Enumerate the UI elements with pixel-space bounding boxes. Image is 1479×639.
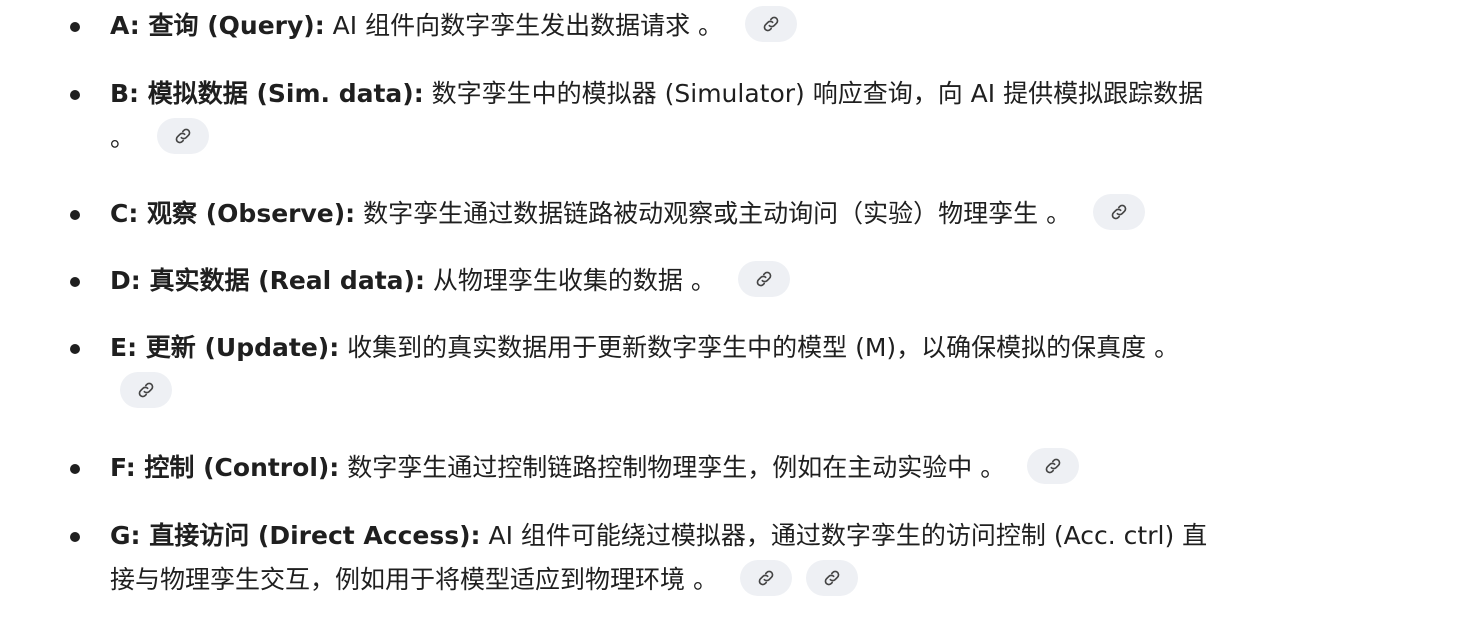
list-item: F: 控制 (Control): 数字孪生通过控制链路控制物理孪生，例如在主动实… (70, 446, 1410, 490)
list-item: B: 模拟数据 (Sim. data): 数字孪生中的模拟器 (Simulato… (70, 72, 1410, 160)
link-icon (758, 570, 774, 586)
item-text: 从物理孪生收集的数据 。 (424, 266, 716, 295)
list-item: A: 查询 (Query): AI 组件向数字孪生发出数据请求 。 (70, 4, 1410, 48)
list-item: C: 观察 (Observe): 数字孪生通过数据链路被动观察或主动询问（实验）… (70, 192, 1410, 236)
item-text: 数字孪生通过控制链路控制物理孪生，例如在主动实验中 。 (339, 453, 1006, 482)
item-heading: E: 更新 (Update): (110, 333, 340, 362)
source-link-button[interactable] (745, 6, 798, 42)
item-heading: G: 直接访问 (Direct Access): (110, 521, 481, 550)
bullet (70, 90, 80, 100)
link-icon (763, 16, 779, 32)
item-text: AI 组件可能绕过模拟器，通过数字孪生的访问控制 (Acc. ctrl) 直 (480, 521, 1208, 550)
link-icon (756, 271, 772, 287)
item-text: 数字孪生中的模拟器 (Simulator) 响应查询，向 AI 提供模拟跟踪数据 (423, 79, 1204, 108)
link-icon (1045, 458, 1061, 474)
bullet (70, 532, 80, 542)
item-heading: D: 真实数据 (Real data): (110, 266, 425, 295)
link-icon (1111, 204, 1127, 220)
bullet (70, 344, 80, 354)
source-link-button[interactable] (1027, 448, 1080, 484)
source-link-button[interactable] (157, 118, 210, 154)
list-item: D: 真实数据 (Real data): 从物理孪生收集的数据 。 (70, 259, 1410, 303)
item-heading: F: 控制 (Control): (110, 453, 340, 482)
link-icon (175, 128, 191, 144)
link-icon (824, 570, 840, 586)
bullet (70, 210, 80, 220)
item-heading: C: 观察 (Observe): (110, 199, 356, 228)
item-heading: A: 查询 (Query): (110, 11, 325, 40)
source-link-button[interactable] (120, 372, 172, 408)
list-item: E: 更新 (Update): 收集到的真实数据用于更新数字孪生中的模型 (M)… (70, 326, 1410, 414)
item-heading: B: 模拟数据 (Sim. data): (110, 79, 424, 108)
item-text-cont: 。 (110, 123, 136, 152)
list-item: G: 直接访问 (Direct Access): AI 组件可能绕过模拟器，通过… (70, 514, 1410, 602)
bullet (70, 22, 80, 32)
item-text: 收集到的真实数据用于更新数字孪生中的模型 (M)，以确保模拟的保真度 。 (339, 333, 1180, 362)
bullet (70, 277, 80, 287)
bullet (70, 464, 80, 474)
item-text: 数字孪生通过数据链路被动观察或主动询问（实验）物理孪生 。 (355, 199, 1072, 228)
item-text: AI 组件向数字孪生发出数据请求 。 (324, 11, 724, 40)
source-link-button[interactable] (805, 560, 858, 596)
source-link-button[interactable] (1093, 194, 1146, 230)
link-icon (138, 382, 154, 398)
item-text-cont: 接与物理孪生交互，例如用于将模型适应到物理环境 。 (110, 565, 718, 594)
source-link-button[interactable] (739, 560, 792, 596)
source-link-button[interactable] (737, 261, 790, 297)
